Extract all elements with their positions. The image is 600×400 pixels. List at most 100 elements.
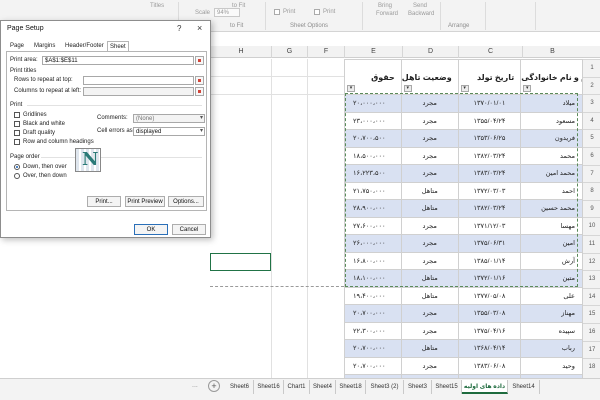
birth-cell[interactable]: ۱۳۸۲/۰۳/۲۴ (457, 199, 522, 218)
filter-dropdown-icon[interactable]: ▾ (347, 85, 355, 92)
header-birth[interactable]: تاریخ تولد ▾ (457, 59, 522, 95)
marital-cell[interactable]: مجرد (400, 146, 459, 165)
cancel-button[interactable]: Cancel (172, 224, 206, 235)
table-row[interactable]: ۲۰،۷۰۰،۵۰۰ مجرد ۱۳۵۳/۰۶/۲۵ فریدون (344, 129, 600, 148)
marital-cell[interactable]: مجرد (400, 164, 459, 183)
birth-cell[interactable]: ۱۳۵۵/۰۴/۲۴ (457, 111, 522, 130)
table-row[interactable]: ۲۰،۷۰۰،۰۰۰ مجرد ۱۳۵۵/۰۳/۰۸ مهناز (344, 304, 600, 323)
sheet-tab[interactable]: Sheet15 (432, 380, 462, 394)
scale-input[interactable]: 94% (214, 8, 240, 17)
marital-cell[interactable]: مجرد (400, 111, 459, 130)
marital-cell[interactable]: مجرد (400, 356, 459, 375)
backward-label[interactable]: Backward (408, 11, 434, 17)
birth-cell[interactable]: ۱۳۷۵/۰۶/۳۱ (457, 234, 522, 253)
marital-cell[interactable]: مجرد (400, 216, 459, 235)
table-row[interactable]: ۱۸،۱۰۰،۰۰۰ متاهل ۱۳۷۲/۰۱/۱۶ متین (344, 269, 600, 288)
tab-header-footer[interactable]: Header/Footer (63, 41, 106, 51)
sheet-tab[interactable]: Sheet16 (254, 380, 284, 394)
tab-margins[interactable]: Margins (32, 41, 57, 51)
gridlines-checkbox[interactable] (14, 112, 20, 118)
table-row[interactable]: ۲۷،۶۰۰،۰۰۰ مجرد ۱۳۷۱/۱۲/۰۳ مهسا (344, 216, 600, 235)
options-button[interactable]: Options... (168, 196, 204, 207)
table-row[interactable]: ۱۸،۵۰۰،۰۰۰ مجرد ۱۳۸۲/۰۳/۲۴ محمد (344, 146, 600, 165)
salary-cell[interactable]: ۲۰،۷۰۰،۰۰۰ (344, 304, 402, 323)
selected-cell[interactable] (210, 253, 271, 271)
row-header[interactable]: 12 (583, 252, 600, 271)
salary-cell[interactable]: ۲۱،۷۵۰،۰۰۰ (344, 181, 402, 200)
table-row[interactable]: ۲۰،۷۰۰،۰۰۰ متاهل ۱۳۶۸/۰۴/۱۴ رباب (344, 339, 600, 358)
birth-cell[interactable]: ۱۳۷۷/۰۵/۰۸ (457, 286, 522, 305)
table-row[interactable]: ۲۱،۷۵۰،۰۰۰ متاهل ۱۳۷۲/۰۳/۰۳ احمد (344, 181, 600, 200)
birth-cell[interactable]: ۱۳۵۳/۰۶/۲۵ (457, 129, 522, 148)
print-area-collapse-icon[interactable] (195, 56, 204, 65)
table-row[interactable]: ۱۶،۲۲۳،۵۰۰ مجرد ۱۳۸۳/۰۳/۲۴ محمد امین (344, 164, 600, 183)
marital-cell[interactable]: مجرد (400, 251, 459, 270)
row-header[interactable]: 10 (583, 217, 600, 235)
row-header[interactable]: 3 (583, 94, 600, 112)
birth-cell[interactable]: ۱۳۷۲/۰۳/۰۳ (457, 181, 522, 200)
table-row[interactable]: ۲۲،۳۰۰،۰۰۰ مجرد ۱۳۷۵/۰۴/۱۶ سپیده (344, 321, 600, 340)
table-row[interactable]: ۲۸،۹۰۰،۰۰۰ متاهل ۱۳۸۲/۰۳/۲۴ محمد حسین (344, 199, 600, 218)
table-row[interactable]: ۱۹،۴۰۰،۰۰۰ متاهل ۱۳۷۷/۰۵/۰۸ علی (344, 286, 600, 305)
row-header[interactable]: 17 (583, 340, 600, 359)
row-header[interactable]: 16 (583, 323, 600, 341)
birth-cell[interactable]: ۱۳۵۵/۰۳/۰۸ (457, 304, 522, 323)
filter-dropdown-icon[interactable]: ▾ (523, 85, 532, 92)
marital-cell[interactable]: مجرد (400, 94, 459, 113)
tab-scroll-more[interactable]: ... (192, 382, 198, 389)
cols-repeat-input[interactable] (83, 87, 194, 96)
marital-cell[interactable]: مجرد (400, 234, 459, 253)
salary-cell[interactable]: ۲۸،۹۰۰،۰۰۰ (344, 199, 402, 218)
salary-cell[interactable]: ۲۰،۷۰۰،۰۰۰ (344, 339, 402, 358)
down-then-over-radio[interactable] (14, 164, 20, 170)
bring-forward-label[interactable]: Bring (378, 3, 392, 9)
filter-dropdown-icon[interactable]: ▾ (460, 85, 469, 92)
column-header-f[interactable]: F (307, 46, 344, 58)
headings-print-checkbox[interactable] (314, 9, 320, 15)
sheet-tab[interactable]: Sheet4 (310, 380, 336, 394)
rows-repeat-collapse-icon[interactable] (195, 76, 204, 85)
row-header[interactable]: 15 (583, 305, 600, 323)
row-header[interactable]: 13 (583, 270, 600, 288)
titles-label[interactable]: Titles (150, 3, 164, 9)
salary-cell[interactable]: ۲۰،۰۰۰،۰۰۰ (344, 94, 402, 113)
salary-cell[interactable]: ۱۶،۲۲۳،۵۰۰ (344, 164, 402, 183)
column-header-b[interactable]: B (522, 46, 582, 58)
marital-cell[interactable]: متاهل (400, 286, 459, 305)
gridlines-print-checkbox[interactable] (274, 9, 280, 15)
row-header[interactable]: 7 (583, 164, 600, 183)
column-header-e[interactable]: E (344, 46, 402, 58)
table-row[interactable]: ۱۶،۸۰۰،۰۰۰ مجرد ۱۳۸۵/۰۱/۱۴ آرش (344, 251, 600, 270)
marital-cell[interactable]: مجرد (400, 129, 459, 148)
salary-cell[interactable]: ۲۰،۷۰۰،۰۰۰ (344, 356, 402, 375)
column-header-g[interactable]: G (271, 46, 307, 58)
marital-cell[interactable]: متاهل (400, 199, 459, 218)
print-preview-button[interactable]: Print Preview (125, 196, 165, 207)
salary-cell[interactable]: ۲۳،۰۰۰،۰۰۰ (344, 111, 402, 130)
sheet-tab[interactable]: Sheet14 (508, 380, 540, 394)
cols-repeat-collapse-icon[interactable] (195, 87, 204, 96)
birth-cell[interactable]: ۱۳۶۸/۰۴/۱۴ (457, 339, 522, 358)
add-sheet-button[interactable]: + (208, 380, 220, 392)
marital-cell[interactable]: متاهل (400, 181, 459, 200)
salary-cell[interactable]: ۲۲،۳۰۰،۰۰۰ (344, 321, 402, 340)
column-header-d[interactable]: D (402, 46, 458, 58)
row-header[interactable]: 1 (583, 59, 600, 77)
birth-cell[interactable]: ۱۳۸۳/۰۶/۰۸ (457, 356, 522, 375)
row-header[interactable]: 8 (583, 182, 600, 200)
sheet-tab[interactable]: Sheet3 (2) (366, 380, 404, 394)
comments-select[interactable]: (None) (133, 114, 205, 123)
table-row[interactable]: ۲۳،۰۰۰،۰۰۰ مجرد ۱۳۵۵/۰۴/۲۴ مسعود (344, 111, 600, 130)
birth-cell[interactable]: ۱۳۸۲/۰۳/۲۴ (457, 146, 522, 165)
row-header[interactable]: 18 (583, 358, 600, 376)
row-header[interactable]: 5 (583, 129, 600, 147)
birth-cell[interactable]: ۱۳۷۰/۰۱/۰۱ (457, 94, 522, 113)
column-header-c[interactable]: C (458, 46, 522, 58)
row-header[interactable]: 14 (583, 287, 600, 306)
print-area-input[interactable]: $A$1:$E$11 (42, 56, 194, 65)
tab-page[interactable]: Page (8, 41, 26, 51)
sheet-tab[interactable]: Sheet6 (226, 380, 254, 394)
column-header-h[interactable]: H (210, 46, 271, 58)
marital-cell[interactable]: مجرد (400, 321, 459, 340)
salary-cell[interactable]: ۱۶،۸۰۰،۰۰۰ (344, 251, 402, 270)
